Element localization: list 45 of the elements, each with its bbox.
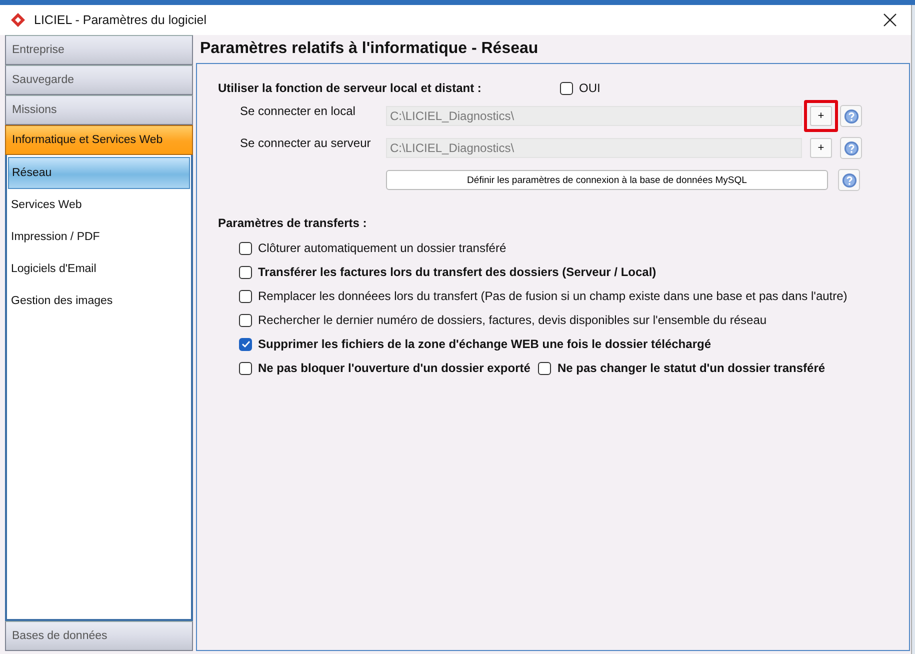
sidebar-section[interactable]: Informatique et Services Web [5,125,193,155]
checkbox-label: Ne pas bloquer l'ouverture d'un dossier exporté [258,361,530,375]
section-label: Paramètres de transferts : [218,216,368,230]
checkbox-label: Supprimer les fichiers de la zone d'échange WEB une fois le dossier téléchargé [258,337,711,351]
browse-button[interactable]: + [810,106,832,126]
help-button[interactable] [840,137,862,159]
section-label: Utiliser la fonction de serveur local et distant : [218,81,482,95]
checkbox-label: Clôturer automatiquement un dossier transféré [258,241,506,255]
path-field[interactable]: C:\LICIEL_Diagnostics\ [386,106,802,126]
checkbox[interactable] [538,362,552,374]
sidebar-item[interactable]: Gestion des images [8,285,190,317]
help-button[interactable] [838,169,860,191]
help-icon [842,172,856,188]
checkbox[interactable] [239,314,252,326]
app-logo-icon [10,12,26,28]
sidebar-item[interactable]: Impression / PDF [8,221,190,253]
path-field[interactable]: C:\LICIEL_Diagnostics\ [386,138,802,158]
checkbox[interactable] [239,242,252,254]
checkbox[interactable] [239,290,252,302]
checkbox-label: Remplacer les donnéees lors du transfert (Pas de fusion si un champ existe dans une base et pas dans l'autre) [258,289,848,303]
browse-button[interactable]: + [810,138,832,158]
checkbox[interactable] [239,266,252,278]
close-icon[interactable] [883,13,897,27]
page-title: Paramètres relatifs à l'informatique - Réseau [199,39,540,59]
checkbox-label: Transférer les factures lors du transfert des dossiers (Serveur / Local) [258,265,656,279]
checkbox-label: OUI [579,81,600,95]
field-label: Se connecter en local [239,103,356,118]
sidebar-item[interactable]: Réseau [8,157,190,189]
sidebar-item[interactable]: Services Web [8,189,190,221]
sidebar-section[interactable]: Bases de données [5,621,193,651]
sidebar-section[interactable]: Missions [5,95,193,125]
help-icon [844,108,858,124]
checkbox-label: Rechercher le dernier numéro de dossiers, factures, devis disponibles sur l'ensemble du réseau [258,313,767,327]
help-button[interactable] [840,105,862,127]
field-label: Se connecter au serveur [239,135,372,150]
mysql-settings-button[interactable]: Définir les paramètres de connexion à la base de données MySQL [386,170,828,190]
sidebar-item[interactable]: Logiciels d'Email [8,253,190,285]
checkbox-label: Ne pas changer le statut d'un dossier transféré [557,361,826,375]
checkbox[interactable] [560,82,573,94]
window-title: LICIEL - Paramètres du logiciel [34,13,208,27]
sidebar-section[interactable]: Sauvegarde [5,65,193,95]
checkbox[interactable] [239,362,252,374]
checkbox[interactable] [239,338,252,350]
help-icon [844,140,858,156]
sidebar-section[interactable]: Entreprise [5,35,193,65]
